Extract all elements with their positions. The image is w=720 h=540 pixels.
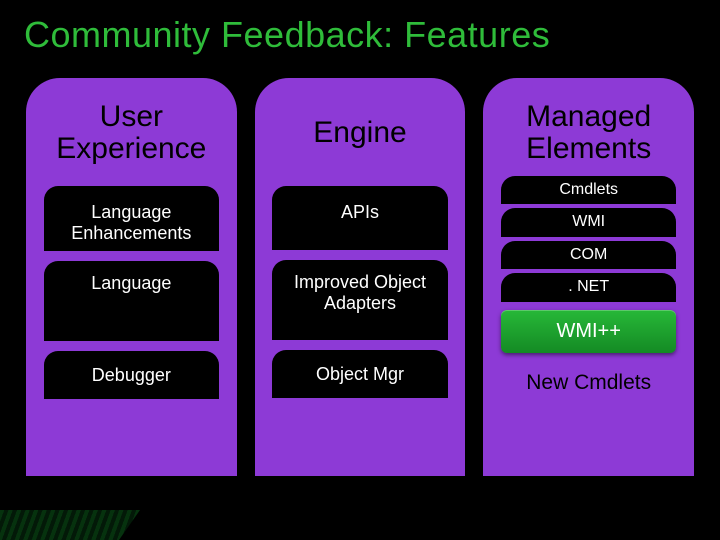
highlight-item: WMI++: [501, 310, 676, 353]
feature-item: WMI: [501, 208, 676, 236]
column-engine: Engine APIs Improved Object Adapters Obj…: [255, 78, 466, 476]
feature-item: Debugger: [44, 351, 219, 399]
page-title: Community Feedback: Features: [0, 0, 720, 56]
plain-item: New Cmdlets: [501, 353, 676, 395]
column-user-experience: User Experience Language Enhancements La…: [26, 78, 237, 476]
feature-item: Improved Object Adapters: [272, 260, 447, 340]
feature-item: . NET: [501, 273, 676, 301]
column-title: Managed Elements: [493, 90, 684, 176]
feature-stack: Cmdlets WMI COM . NET: [501, 176, 676, 302]
feature-item: Object Mgr: [272, 350, 447, 398]
column-title: Engine: [307, 90, 412, 176]
feature-item: Cmdlets: [501, 176, 676, 204]
feature-item: APIs: [272, 186, 447, 250]
column-title: User Experience: [36, 90, 227, 176]
corner-accent: [0, 510, 140, 540]
feature-item: Language Enhancements: [44, 186, 219, 251]
column-managed-elements: Managed Elements Cmdlets WMI COM . NET W…: [483, 78, 694, 476]
feature-item: Language: [44, 261, 219, 341]
feature-item: COM: [501, 241, 676, 269]
columns-container: User Experience Language Enhancements La…: [0, 56, 720, 476]
